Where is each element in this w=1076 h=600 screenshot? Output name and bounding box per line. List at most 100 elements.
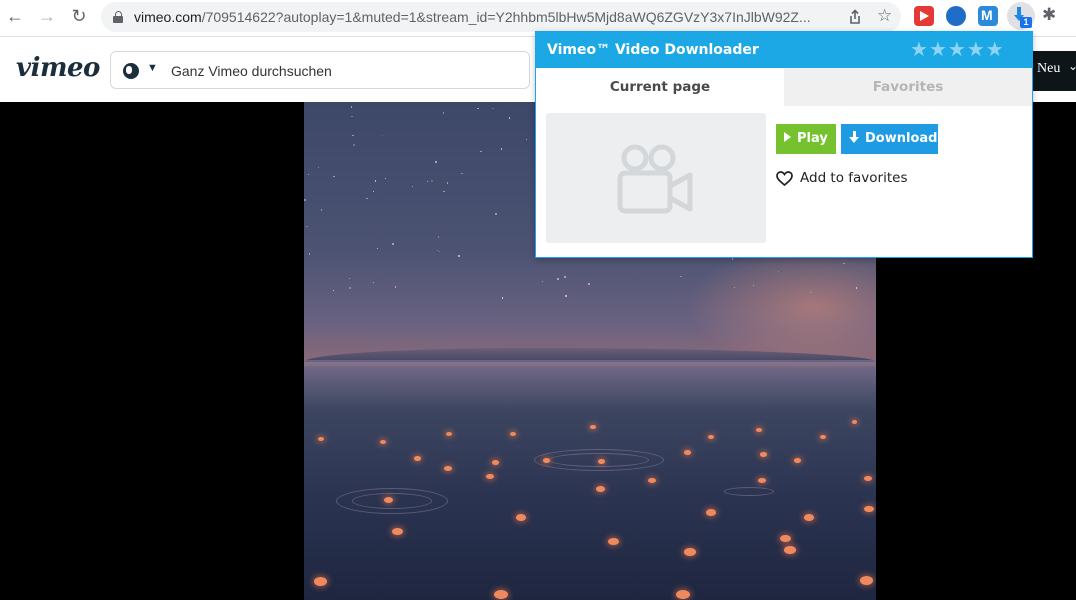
url-path: /709514622?autoplay=1&muted=1&stream_id=…: [201, 9, 811, 25]
ripple: [724, 487, 774, 496]
floating-lantern: [758, 478, 767, 484]
sky-star: [564, 276, 566, 278]
search-input[interactable]: ▼ Ganz Vimeo durchsuchen: [110, 51, 530, 89]
floating-lantern: [494, 590, 508, 600]
bookmark-star-icon[interactable]: ☆: [877, 6, 892, 26]
sky-star: [438, 250, 441, 253]
share-icon[interactable]: [847, 9, 863, 25]
extensions-area: 1 ✱: [906, 2, 1076, 32]
heart-icon[interactable]: [776, 170, 793, 186]
sky-star: [565, 295, 567, 297]
video-extension-icon[interactable]: [914, 6, 934, 26]
floating-lantern: [446, 432, 452, 436]
play-label: Play: [797, 131, 828, 146]
search-placeholder: Ganz Vimeo durchsuchen: [171, 63, 332, 79]
floating-lantern: [314, 577, 328, 586]
shield-extension-icon[interactable]: [946, 6, 966, 26]
floating-lantern: [590, 425, 596, 429]
floating-lantern: [486, 474, 494, 480]
rating-star-icon[interactable]: ★: [929, 38, 947, 62]
sky-star: [557, 278, 559, 280]
floating-lantern: [864, 476, 873, 482]
m-extension-icon[interactable]: [978, 6, 998, 26]
floating-lantern: [318, 437, 325, 442]
floating-lantern: [794, 458, 802, 463]
sky-star: [777, 270, 780, 273]
sky-star: [500, 148, 503, 150]
sky-star: [680, 275, 682, 278]
sky-star: [366, 197, 368, 200]
sky-star: [443, 190, 445, 193]
video-camera-icon: [617, 144, 693, 214]
floating-lantern: [516, 514, 526, 521]
floating-lantern: [780, 535, 792, 543]
play-icon: [784, 132, 791, 142]
lock-icon[interactable]: [113, 11, 123, 23]
rating-stars[interactable]: ★ ★ ★ ★ ★: [910, 38, 1004, 62]
sky-star: [317, 166, 320, 169]
popup-header: Vimeo™ Video Downloader ★ ★ ★ ★ ★: [536, 32, 1032, 68]
extension-badge: 1: [1020, 17, 1032, 28]
rating-star-icon[interactable]: ★: [948, 38, 966, 62]
floating-lantern: [708, 435, 715, 440]
sky-star: [426, 180, 429, 183]
sky-star: [352, 134, 354, 137]
floating-lantern: [756, 428, 762, 432]
tab-favorites[interactable]: Favorites: [784, 68, 1032, 106]
floating-lantern: [760, 452, 767, 457]
sky-star: [477, 107, 479, 110]
sky-star: [351, 115, 353, 118]
puzzle-icon[interactable]: ✱: [1042, 5, 1062, 25]
floating-lantern: [820, 435, 827, 440]
rating-star-icon[interactable]: ★: [986, 38, 1004, 62]
floating-lantern: [706, 509, 716, 516]
reload-icon[interactable]: ↻: [68, 5, 90, 27]
new-button[interactable]: Neu ⌄: [1030, 51, 1076, 91]
floating-lantern: [784, 546, 796, 554]
add-to-favorites[interactable]: Add to favorites: [776, 168, 907, 188]
sky-star: [436, 249, 439, 252]
rating-star-icon[interactable]: ★: [910, 38, 928, 62]
floating-lantern: [804, 514, 814, 521]
address-bar[interactable]: vimeo.com/709514622?autoplay=1&muted=1&s…: [101, 2, 901, 32]
sky-star: [495, 213, 497, 215]
sky-star: [392, 243, 394, 245]
rating-star-icon[interactable]: ★: [967, 38, 985, 62]
sky-star: [372, 190, 375, 193]
vimeo-logo[interactable]: vimeo: [16, 53, 100, 83]
play-button[interactable]: Play: [776, 124, 836, 154]
sky-star: [394, 286, 397, 288]
tab-current-page[interactable]: Current page: [536, 68, 784, 106]
sky-star: [307, 173, 310, 176]
sky-star: [446, 182, 449, 184]
sky-star: [458, 255, 460, 257]
floating-lantern: [676, 590, 690, 600]
floating-lantern: [392, 528, 403, 536]
water-line: [304, 360, 876, 366]
url-text[interactable]: vimeo.com/709514622?autoplay=1&muted=1&s…: [134, 9, 834, 25]
sky-star: [374, 180, 377, 182]
url-host: vimeo.com: [134, 9, 202, 25]
sky-star: [353, 144, 355, 146]
floating-lantern: [860, 576, 874, 585]
forward-arrow-icon[interactable]: →: [36, 5, 58, 27]
sky-star: [376, 247, 379, 250]
sky-star: [349, 287, 351, 289]
sky-star: [320, 209, 322, 211]
floating-lantern: [380, 440, 387, 445]
sky-star: [333, 175, 335, 178]
sky-star: [843, 262, 845, 265]
sky-star: [332, 289, 335, 292]
sky-star: [431, 180, 433, 182]
back-arrow-icon[interactable]: ←: [4, 5, 26, 27]
sky-star: [461, 172, 463, 175]
vimeo-downloader-extension-icon[interactable]: 1: [1007, 2, 1035, 30]
download-button[interactable]: Download: [841, 124, 938, 154]
globe-icon[interactable]: [123, 63, 139, 79]
chevron-down-icon[interactable]: ▼: [147, 62, 158, 74]
floating-lantern: [492, 460, 500, 465]
vimeo-downloader-popup: Vimeo™ Video Downloader ★ ★ ★ ★ ★ Current pa…: [535, 31, 1033, 258]
floating-lantern: [543, 458, 551, 463]
sky-star: [304, 199, 306, 201]
sky-star: [442, 112, 445, 114]
